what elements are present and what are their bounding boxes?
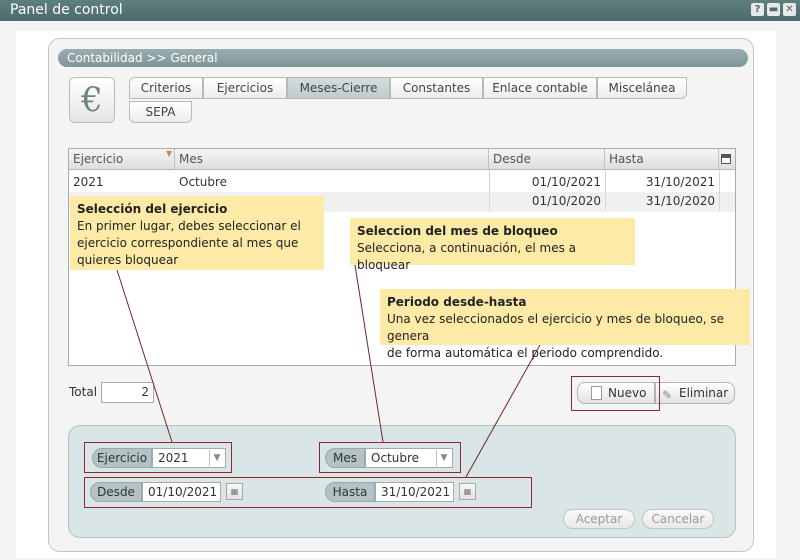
cell-mes: Octubre xyxy=(179,175,228,189)
callout-line: ejercicio correspondiente al mes que xyxy=(77,236,299,250)
col-header-hasta[interactable]: Hasta xyxy=(605,149,719,170)
tab-sepa[interactable]: SEPA xyxy=(129,101,192,123)
total-label: Total xyxy=(69,385,98,399)
sort-indicator-icon: ▼ xyxy=(166,149,173,158)
tab-constantes[interactable]: Constantes xyxy=(390,77,483,99)
col-header-ejercicio[interactable]: Ejercicio xyxy=(69,149,175,170)
column-divider xyxy=(489,170,490,210)
tab-criterios[interactable]: Criterios xyxy=(129,77,203,99)
window-titlebar: Panel de control ? ▬ ✕ xyxy=(0,0,800,21)
window-controls: ? ▬ ✕ xyxy=(751,3,796,16)
callout-line: En primer lugar, debes seleccionar el xyxy=(77,219,301,233)
cell-desde: 01/10/2020 xyxy=(531,194,601,208)
callout-line: Una vez seleccionados el ejercicio y mes… xyxy=(387,312,725,343)
window-title: Panel de control xyxy=(10,2,123,18)
tab-ejercicios[interactable]: Ejercicios xyxy=(203,77,287,99)
eliminar-button[interactable]: ✎ Eliminar xyxy=(655,382,735,404)
callout-title: Seleccion del mes de bloqueo xyxy=(357,224,558,238)
cell-ejercicio: 2021 xyxy=(73,175,104,189)
cell-hasta: 31/10/2020 xyxy=(645,194,715,208)
column-menu-icon[interactable] xyxy=(721,154,731,164)
aceptar-button[interactable]: Aceptar xyxy=(563,509,635,529)
tab-enlace-contable[interactable]: Enlace contable xyxy=(483,77,597,99)
cancelar-button[interactable]: Cancelar xyxy=(642,509,714,529)
breadcrumb: Contabilidad >> General xyxy=(58,49,748,67)
eliminar-label: Eliminar xyxy=(679,386,729,400)
help-icon[interactable]: ? xyxy=(751,3,764,16)
cell-hasta: 31/10/2021 xyxy=(645,175,715,189)
callout-periodo: Periodo desde-hasta Una vez seleccionado… xyxy=(380,289,750,360)
pencil-icon: ✎ xyxy=(662,388,673,402)
callout-line: quieres bloquear xyxy=(77,253,179,267)
callout-title: Periodo desde-hasta xyxy=(387,295,527,309)
highlight-periodo xyxy=(84,477,532,508)
highlight-ejercicio xyxy=(84,442,232,473)
callout-title: Selección del ejercicio xyxy=(77,202,228,216)
callout-seleccion-ejercicio: Selección del ejercicio En primer lugar,… xyxy=(70,196,324,270)
column-divider xyxy=(605,170,606,210)
column-divider xyxy=(719,170,720,210)
total-count-field: 2 xyxy=(101,382,154,403)
euro-icon: € xyxy=(69,77,115,123)
col-header-mes[interactable]: Mes xyxy=(175,149,489,170)
highlight-mes xyxy=(319,442,461,473)
cell-desde: 01/10/2021 xyxy=(531,175,601,189)
tab-meses-cierre[interactable]: Meses-Cierre xyxy=(287,77,390,99)
close-icon[interactable]: ✕ xyxy=(783,3,796,16)
minimize-icon[interactable]: ▬ xyxy=(767,3,780,16)
callout-seleccion-mes: Seleccion del mes de bloqueo Selecciona,… xyxy=(350,218,635,272)
col-header-desde[interactable]: Desde xyxy=(489,149,605,170)
callout-line: de forma automática el periodo comprendi… xyxy=(387,346,664,360)
tab-miscelanea[interactable]: Miscelánea xyxy=(597,77,687,99)
highlight-nuevo xyxy=(571,376,660,411)
grid-header: Ejercicio ▼ Mes Desde Hasta xyxy=(69,149,735,170)
callout-line: Selecciona, a continuación, el mes a blo… xyxy=(357,241,577,272)
